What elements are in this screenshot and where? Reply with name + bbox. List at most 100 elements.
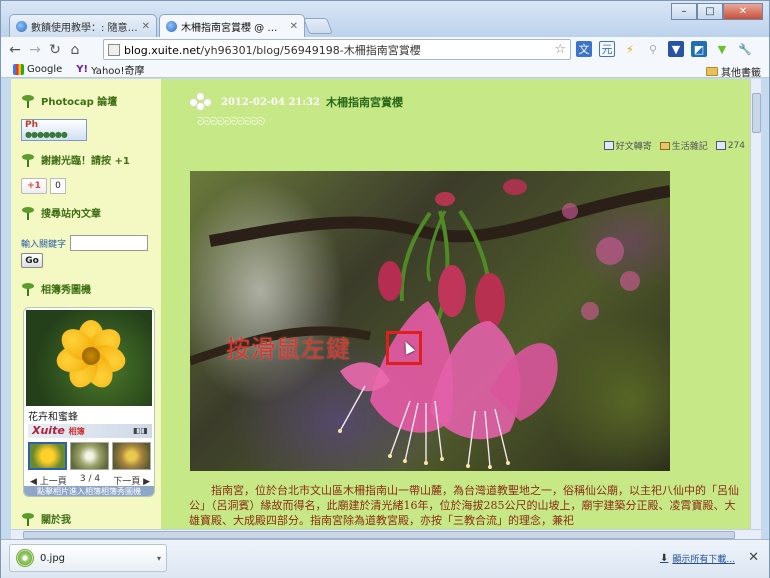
android-ext-icon[interactable]: ▼: [714, 41, 730, 57]
globe-icon: [166, 21, 177, 32]
sprout-icon: [21, 153, 35, 167]
minimize-button[interactable]: –: [671, 3, 697, 20]
photo-caption: 按滑鼠左鍵: [226, 335, 351, 363]
xuite-album-brand: Xuite 相簿 ◧◨: [28, 424, 152, 438]
search-row: 輸入關鍵字: [21, 235, 149, 251]
xuite-logo: Xuite: [32, 424, 65, 437]
thumbnail[interactable]: [70, 442, 109, 470]
zoom-controls-icon[interactable]: ◧◨: [133, 426, 148, 435]
post-body: 指南宮，位於台北市文山區木柵指南山一帶山麓，為台灣道教聖地之一，俗稱仙公廟，以主…: [189, 484, 739, 527]
go-button[interactable]: Go: [21, 253, 43, 268]
google-icon: [13, 64, 24, 75]
share-post-link[interactable]: 好文轉寄: [603, 139, 652, 152]
window-controls: – □ ✕: [671, 3, 763, 20]
url-text[interactable]: blog.xuite.net/yh96301/blog/56949198-木柵指…: [124, 42, 421, 58]
folder-icon: [659, 141, 670, 150]
chevron-down-icon[interactable]: ▾: [157, 554, 161, 563]
gplus-button[interactable]: +1: [21, 178, 47, 194]
gplus-widget: +1 0: [21, 178, 66, 194]
maximize-button[interactable]: □: [697, 3, 723, 20]
download-ext-icon[interactable]: ▼: [668, 41, 684, 57]
forward-icon[interactable]: →: [25, 40, 45, 60]
new-tab-button[interactable]: [303, 18, 333, 34]
tab-2[interactable]: 木柵指南宮賞櫻 @ 數饋使 ✕: [159, 14, 305, 38]
blog-sidebar: Photocap 論壇 Ph ●●●●●●● 謝謝光臨！請按 +1 +1 0 搜…: [11, 79, 161, 539]
close-window-button[interactable]: ✕: [723, 3, 763, 20]
album-footer[interactable]: 點擊相片進入相簿相簿秀圖機: [24, 486, 154, 496]
thumbnail[interactable]: [28, 442, 67, 470]
post-title[interactable]: 木柵指南宮賞櫻: [326, 94, 403, 110]
home-icon[interactable]: ⌂: [65, 40, 85, 60]
mail-icon: [603, 141, 614, 150]
thanks-heading: 謝謝光臨！請按 +1: [21, 152, 130, 167]
album-heading-text: 相簿秀圖機: [41, 285, 91, 296]
tab-close-icon[interactable]: ✕: [290, 21, 298, 32]
sprout-icon: [21, 94, 35, 108]
album-heading: 相簿秀圖機: [21, 281, 91, 296]
bookmark-star-icon[interactable]: ☆: [554, 42, 566, 57]
photocap-heading-text: Photocap 論壇: [41, 97, 118, 108]
category-link[interactable]: 生活雜記: [659, 139, 708, 152]
photocap-badge-text: Ph: [25, 120, 39, 130]
reload-icon[interactable]: ↻: [45, 40, 65, 60]
post-photo[interactable]: 按滑鼠左鍵: [190, 171, 670, 471]
tab-1-label: 數饋使用教學：: 隨意窩 Xu: [31, 22, 138, 34]
bookmark-yahoo-label: Yahoo!奇摩: [91, 66, 145, 77]
screenshot-ext-icon[interactable]: ◩: [691, 41, 707, 57]
show-all-downloads-label: 顯示所有下載...: [672, 555, 735, 565]
decorative-squiggle: ᘐᘐᘐᘐᘐᘐᘐᘐᘐᘐ: [197, 115, 265, 128]
category-label: 生活雜記: [671, 142, 708, 152]
badge-dots-icon: ●●●●●●●: [25, 130, 68, 139]
show-all-downloads-link[interactable]: ⬇ 顯示所有下載...: [660, 552, 735, 565]
album-thumbnails: [28, 442, 151, 470]
address-bar[interactable]: blog.xuite.net/yh96301/blog/56949198-木柵指…: [103, 39, 571, 60]
about-heading-text: 關於我: [41, 515, 71, 526]
vertical-scroll-thumb[interactable]: [752, 93, 761, 133]
photocap-badge[interactable]: Ph ●●●●●●●: [21, 119, 87, 141]
browser-window: 數饋使用教學：: 隨意窩 Xu ✕ 木柵指南宮賞櫻 @ 數饋使 ✕ – □ ✕ …: [0, 0, 770, 578]
blossom-icon: [189, 92, 215, 112]
view-count-value: 274: [727, 140, 745, 151]
bookmark-google-label: Google: [27, 64, 63, 75]
close-shelf-icon[interactable]: ✕: [748, 550, 759, 565]
lightning-icon[interactable]: ⚡: [622, 41, 638, 57]
view-count: 274: [715, 140, 745, 151]
bookmark-yahoo[interactable]: Y! Yahoo!奇摩: [76, 62, 144, 77]
sprout-icon: [21, 512, 35, 526]
tab-close-icon[interactable]: ✕: [142, 21, 150, 32]
dictionary-icon[interactable]: 元: [599, 41, 615, 57]
horizontal-scrollbar[interactable]: [11, 529, 761, 539]
album-main-photo[interactable]: [26, 310, 152, 406]
yellow-flower-image: [53, 320, 129, 393]
nav-toolbar: ← → ↻ ⌂ blog.xuite.net/yh96301/blog/5694…: [1, 37, 769, 62]
horizontal-scroll-thumb[interactable]: [23, 531, 735, 539]
post-tools: 好文轉寄 生活雜記 274: [603, 139, 745, 152]
url-host: blog.xuite.net: [124, 43, 201, 57]
magnifier-icon[interactable]: ⚲: [645, 41, 661, 57]
download-item[interactable]: 0.jpg ▾: [9, 544, 167, 572]
url-path: /yh96301/blog/56949198-木柵指南宮賞櫻: [200, 43, 421, 57]
back-icon[interactable]: ←: [5, 40, 25, 60]
other-bookmarks-label: 其他書籤: [721, 68, 761, 79]
search-heading: 搜尋站內文章: [21, 205, 101, 220]
other-bookmarks[interactable]: 其他書籤: [706, 64, 761, 79]
thumbnail[interactable]: [112, 442, 151, 470]
photocap-heading: Photocap 論壇: [21, 93, 117, 108]
search-input[interactable]: [70, 235, 149, 251]
search-heading-text: 搜尋站內文章: [41, 209, 101, 220]
post-header: 2012-02-04 21:32 木柵指南宮賞櫻: [189, 92, 403, 112]
search-label: 輸入關鍵字: [21, 239, 67, 250]
vertical-scrollbar[interactable]: [750, 79, 761, 529]
page-icon: [108, 43, 120, 56]
extension-icons: 文 元 ⚡ ⚲ ▼ ◩ ▼ 🔧: [576, 41, 753, 57]
bookmark-google[interactable]: Google: [13, 64, 62, 75]
cherry-blossom-illustration: [190, 179, 670, 469]
translate-icon[interactable]: 文: [576, 41, 592, 57]
image-file-icon: [16, 549, 34, 567]
post-date: 2012-02-04 21:32: [221, 96, 320, 108]
album-widget: 花卉和蜜蜂 Xuite 相簿 ◧◨ ◀ 上一頁 3 / 4 下一頁 ▶ 點擊相片…: [23, 307, 155, 497]
tab-1[interactable]: 數饋使用教學：: 隨意窩 Xu ✕: [9, 14, 157, 37]
wrench-icon[interactable]: 🔧: [737, 41, 753, 57]
page-viewport: Photocap 論壇 Ph ●●●●●●● 謝謝光臨！請按 +1 +1 0 搜…: [11, 79, 761, 539]
tab-2-label: 木柵指南宮賞櫻 @ 數饋使: [181, 23, 286, 34]
